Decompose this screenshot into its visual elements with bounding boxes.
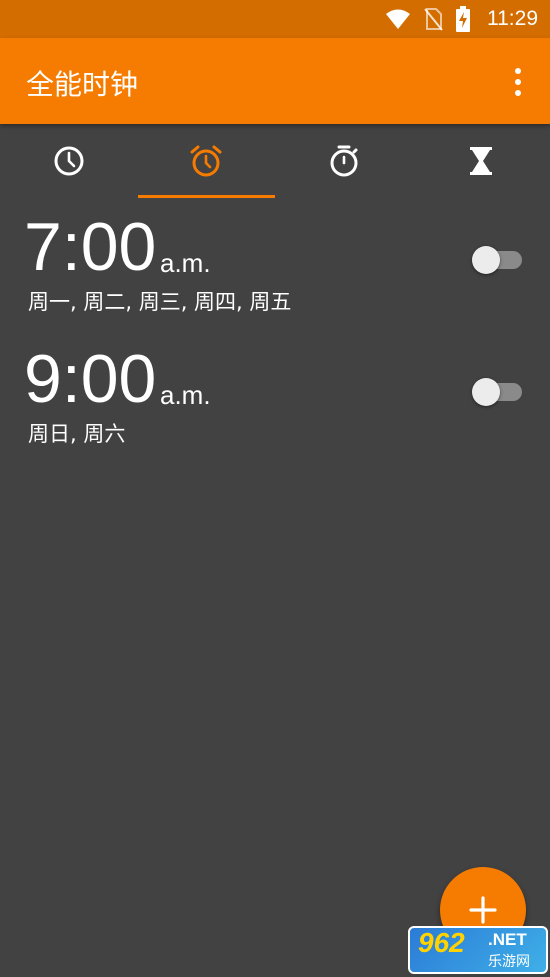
more-vert-icon: [515, 68, 521, 74]
status-time: 11:29: [487, 7, 538, 30]
alarm-time[interactable]: 9:00: [24, 344, 156, 414]
tab-timer[interactable]: [413, 124, 550, 198]
no-sim-icon: [424, 8, 443, 31]
tab-stopwatch[interactable]: [275, 124, 413, 198]
battery-charging-icon: [456, 6, 470, 32]
tab-clock[interactable]: [0, 124, 138, 198]
alarm-ampm: a.m.: [160, 248, 211, 278]
more-vert-icon: [515, 90, 521, 96]
wifi-icon: [386, 9, 410, 29]
alarm-toggle[interactable]: [472, 376, 522, 406]
add-alarm-button[interactable]: [440, 867, 526, 953]
alarm-time[interactable]: 7:00: [24, 212, 156, 282]
alarm-ampm: a.m.: [160, 380, 211, 410]
tab-bar: [0, 124, 550, 198]
status-icons: 11:29: [385, 6, 538, 32]
alarm-days: 周日, 周六: [28, 422, 126, 446]
alarm-icon: [190, 145, 222, 177]
toggle-thumb: [472, 378, 500, 406]
tab-alarm[interactable]: [137, 124, 276, 198]
hourglass-icon: [470, 147, 493, 175]
stopwatch-icon: [330, 145, 358, 177]
toggle-thumb: [472, 246, 500, 274]
overflow-menu-button[interactable]: [500, 62, 536, 102]
status-bar: 11:29: [0, 0, 550, 38]
alarm-item[interactable]: 9:00 a.m. 周日, 周六: [0, 344, 550, 474]
plus-icon: [469, 896, 497, 924]
app-bar: 全能时钟: [0, 38, 550, 124]
alarm-item[interactable]: 7:00 a.m. 周一, 周二, 周三, 周四, 周五: [0, 212, 550, 342]
alarm-days: 周一, 周二, 周三, 周四, 周五: [28, 290, 292, 314]
alarm-toggle[interactable]: [472, 244, 522, 274]
watermark-sub: 乐游网: [488, 954, 530, 970]
more-vert-icon: [515, 79, 521, 85]
app-title: 全能时钟: [26, 68, 139, 101]
clock-icon: [54, 146, 84, 176]
